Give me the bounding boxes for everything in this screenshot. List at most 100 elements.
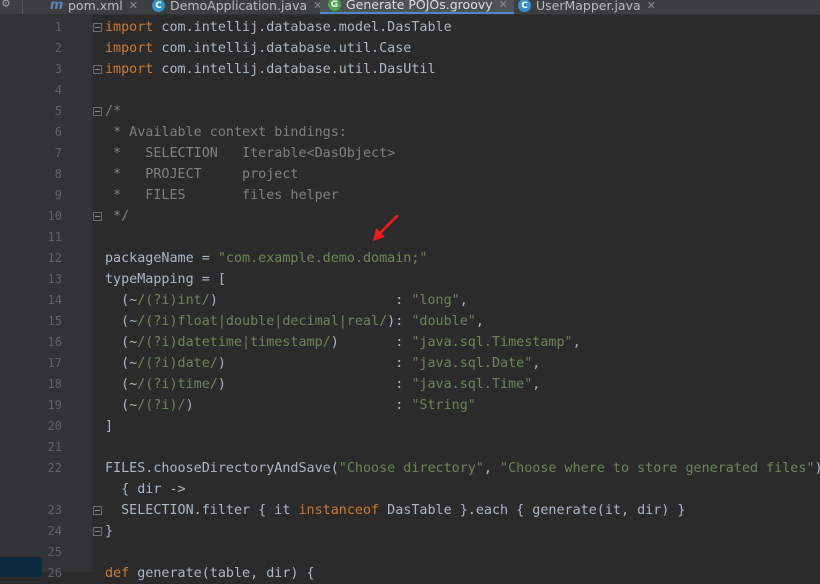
- string-literal: "java.sql.Timestamp": [411, 335, 573, 350]
- gear-icon[interactable]: ⚙: [2, 0, 10, 11]
- tab-label: pom.xml: [68, 0, 123, 13]
- close-icon[interactable]: ✕: [499, 0, 508, 11]
- code-text: ):: [387, 314, 412, 329]
- line-number: 1: [54, 20, 62, 34]
- code-text: ,: [532, 356, 541, 371]
- code-text: (~: [105, 398, 138, 413]
- line-number: 20: [47, 419, 62, 433]
- line-number: 22: [47, 461, 62, 475]
- line-number: 21: [47, 440, 62, 454]
- string-literal: "long": [411, 293, 460, 308]
- tab-demo-application[interactable]: C DemoApplication.java ✕: [152, 0, 322, 14]
- line-number: 4: [54, 83, 62, 97]
- line-number: 23: [47, 503, 62, 517]
- string-literal: "String": [411, 398, 476, 413]
- code-text: DasTable }.each { generate(it, dir) }: [379, 503, 686, 518]
- code-text: FILES.chooseDirectoryAndSave(: [105, 461, 339, 476]
- tab-label: DemoApplication.java: [170, 0, 308, 13]
- fold-icon[interactable]: [93, 23, 102, 32]
- string-literal: "com.example.demo.domain;": [217, 251, 428, 266]
- fold-icon[interactable]: [93, 107, 102, 116]
- keyword: import: [105, 20, 154, 35]
- fold-icon[interactable]: [93, 212, 102, 221]
- code-text: ) :: [330, 335, 412, 350]
- regex-literal: /(?i)int/: [137, 293, 210, 308]
- code-text: packageName =: [105, 251, 218, 266]
- code-text: (~: [105, 293, 138, 308]
- line-number: 7: [54, 146, 62, 160]
- code-line: def generate(table, dir) {: [105, 563, 315, 584]
- code-text: com.intellij.database.util.DasUtil: [153, 62, 436, 77]
- code-text: ,: [475, 314, 484, 329]
- code-text: ): [814, 461, 820, 476]
- regex-literal: /(?i)float|double|decimal|real/: [137, 314, 388, 329]
- line-number: 14: [47, 293, 62, 307]
- tab-label: UserMapper.java: [536, 0, 641, 13]
- line-number: 5: [54, 104, 62, 118]
- project-panel-edge: [0, 15, 42, 577]
- keyword: instanceof: [298, 503, 380, 518]
- line-number: 18: [47, 377, 62, 391]
- code-line: packageName = "com.example.demo.domain;": [105, 248, 427, 269]
- code-text: SELECTION.filter { it: [105, 503, 299, 518]
- line-number: 12: [47, 251, 62, 265]
- code-line: (~/(?i)datetime|timestamp/) : "java.sql.…: [105, 332, 581, 353]
- string-literal: "double": [411, 314, 476, 329]
- code-text: ,: [459, 293, 468, 308]
- code-text: ,: [532, 377, 541, 392]
- line-number: 10: [47, 209, 62, 223]
- string-literal: "Choose directory": [338, 461, 484, 476]
- tab-label: Generate POJOs.groovy: [346, 0, 493, 12]
- comment-line: * PROJECT project: [105, 167, 299, 182]
- line-number: 13: [47, 272, 62, 286]
- line-number: 26: [47, 566, 62, 580]
- regex-literal: /(?i)time/: [137, 377, 218, 392]
- code-text: (~: [105, 356, 138, 371]
- code-line: (~/(?i)int/) : "long",: [105, 290, 468, 311]
- fold-icon[interactable]: [93, 506, 102, 515]
- comment-line: /*: [105, 104, 122, 119]
- code-text: com.intellij.database.util.Case: [153, 41, 412, 56]
- code-text: ) :: [217, 377, 412, 392]
- code-text: (~: [105, 314, 138, 329]
- code-line: typeMapping = [: [105, 272, 226, 287]
- editor-tab-bar: ⚙ m pom.xml ✕ C DemoApplication.java ✕ G…: [0, 0, 820, 15]
- line-number: 9: [54, 188, 62, 202]
- code-text: generate(table, dir) {: [129, 566, 315, 581]
- string-literal: "java.sql.Date": [411, 356, 533, 371]
- fold-icon[interactable]: [93, 65, 102, 74]
- code-line: (~/(?i)date/) : "java.sql.Date",: [105, 353, 540, 374]
- code-text: ) :: [209, 293, 412, 308]
- code-line: (~/(?i)time/) : "java.sql.Time",: [105, 374, 540, 395]
- fold-icon[interactable]: [93, 527, 102, 536]
- regex-literal: /(?i)date/: [137, 356, 218, 371]
- maven-icon: m: [49, 0, 64, 13]
- line-number: 3: [54, 62, 62, 76]
- comment-line: * SELECTION Iterable<DasObject>: [105, 146, 396, 161]
- class-icon: C: [518, 0, 531, 12]
- regex-literal: /(?i)datetime|timestamp/: [137, 335, 331, 350]
- code-text: (~: [105, 377, 138, 392]
- close-icon[interactable]: ✕: [647, 0, 656, 12]
- string-literal: "java.sql.Time": [411, 377, 533, 392]
- tab-pom-xml[interactable]: m pom.xml ✕: [50, 0, 138, 14]
- code-line: import com.intellij.database.model.DasTa…: [105, 17, 452, 38]
- tab-generate-pojos[interactable]: G Generate POJOs.groovy ✕: [320, 0, 514, 14]
- line-number: 11: [47, 230, 62, 244]
- code-line: import com.intellij.database.util.DasUti…: [105, 59, 436, 80]
- tab-user-mapper[interactable]: C UserMapper.java ✕: [518, 0, 656, 14]
- groovy-icon: G: [328, 0, 341, 11]
- code-line: (~/(?i)float|double|decimal|real/): "dou…: [105, 311, 484, 332]
- keyword: import: [105, 41, 154, 56]
- code-line: ]: [105, 419, 114, 434]
- code-text: ) :: [217, 356, 412, 371]
- code-text: com.intellij.database.model.DasTable: [153, 20, 452, 35]
- red-arrow-icon: [373, 214, 399, 241]
- line-number: 2: [54, 41, 62, 55]
- line-number: 25: [47, 545, 62, 559]
- line-number: 19: [47, 398, 62, 412]
- close-icon[interactable]: ✕: [129, 0, 138, 12]
- line-number: 24: [47, 524, 62, 538]
- line-number: 17: [47, 356, 62, 370]
- selected-tree-row[interactable]: [0, 557, 42, 577]
